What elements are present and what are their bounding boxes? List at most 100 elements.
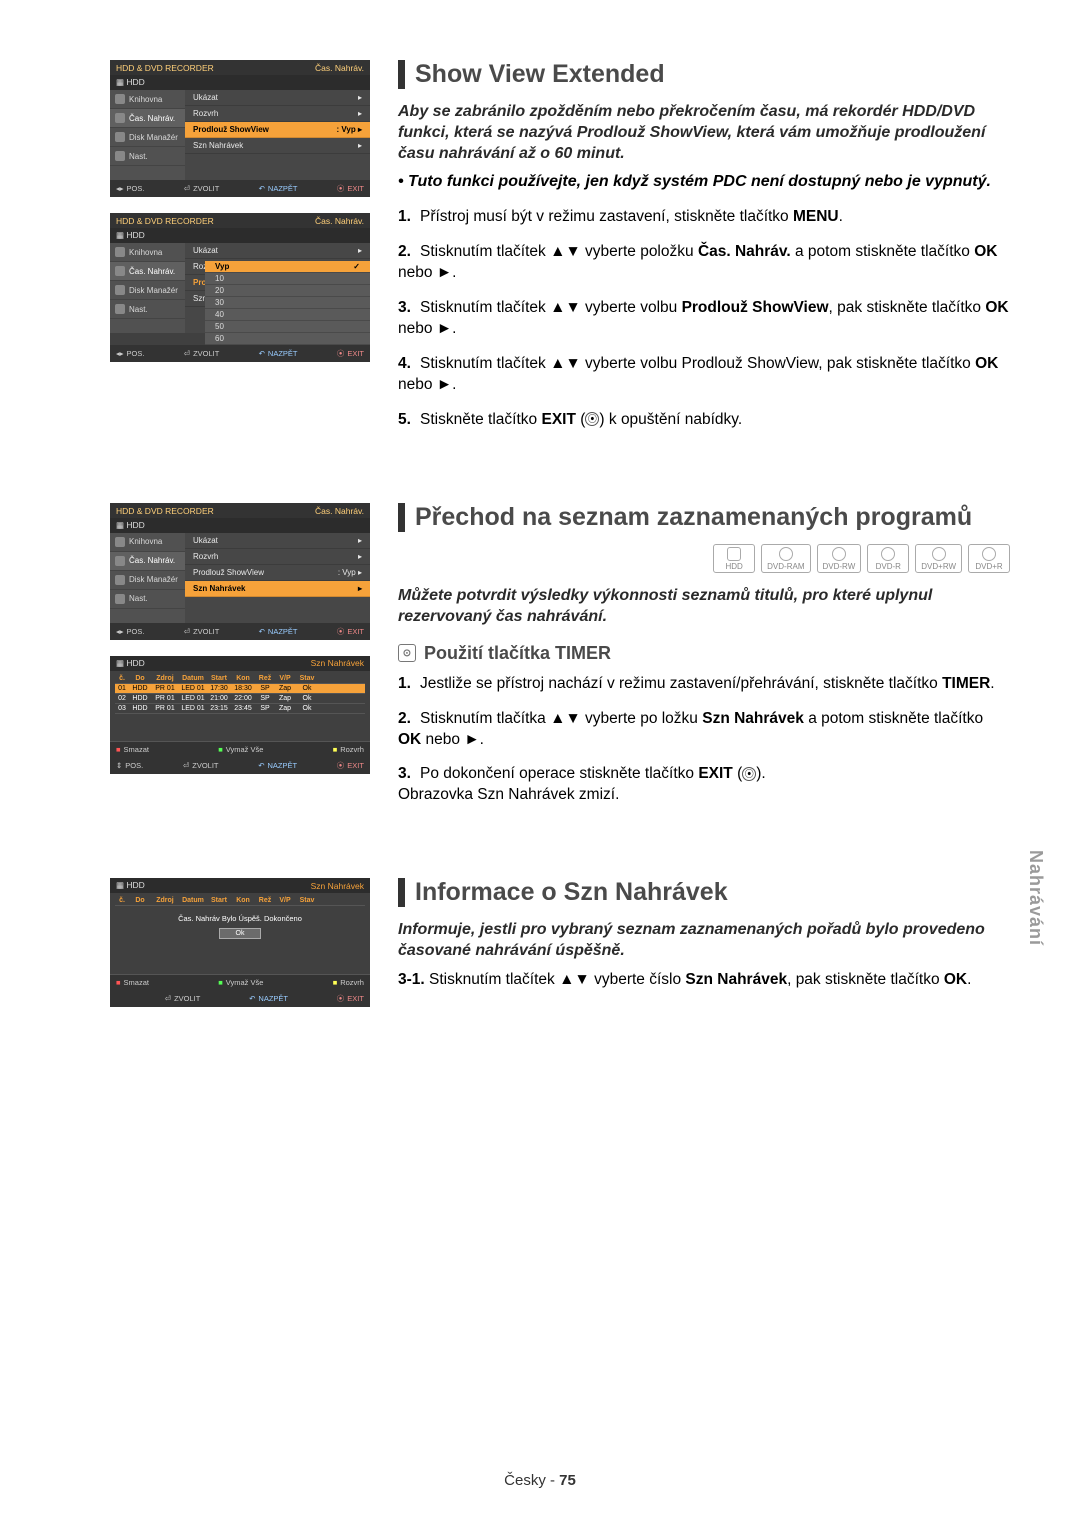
footer-zvolit: ZVOLIT xyxy=(193,184,219,193)
step-2: 2.Stisknutím tlačítka ▲▼ vyberte po ložk… xyxy=(398,709,1010,751)
page-footer: Česky - 75 xyxy=(0,1472,1080,1489)
timer-icon xyxy=(115,556,125,566)
footer-pos: POS. xyxy=(127,184,145,193)
page-content: HDD & DVD RECORDER Čas. Nahráv. ▦ HDD Kn… xyxy=(0,0,1080,1091)
menu-ukazat: Ukázat xyxy=(193,536,218,545)
menu-vyp: : Vyp xyxy=(336,125,355,134)
ok-button: Ok xyxy=(219,928,262,939)
intro-showview: Aby se zabránilo zpožděním nebo překroče… xyxy=(398,101,1010,164)
sidebar-tab: Nahrávání xyxy=(1025,850,1046,946)
osd-storage-label: HDD xyxy=(126,880,144,890)
steps-1: 1.Přístroj musí být v režimu zastavení, … xyxy=(398,207,1010,430)
menu-vyp: : Vyp xyxy=(338,568,356,577)
dd-30: 30 xyxy=(205,297,370,309)
disk-icon xyxy=(115,575,125,585)
table-row: 01HDDPR 01LED 0117:3018:30SPZapOk xyxy=(115,684,365,694)
col-datum: Datum xyxy=(179,675,207,682)
section-1-screenshots: HDD & DVD RECORDER Čas. Nahráv. ▦ HDD Kn… xyxy=(110,60,370,378)
menu-ukazat: Ukázat xyxy=(193,93,218,102)
col-kon: Kon xyxy=(231,675,255,682)
btn-rozvrh: Rozvrh xyxy=(340,745,364,754)
footer-exit: EXIT xyxy=(347,627,364,636)
footer-zvolit: ZVOLIT xyxy=(193,349,219,358)
osd-title: HDD & DVD RECORDER xyxy=(116,506,214,516)
osd-title: HDD & DVD RECORDER xyxy=(116,216,214,226)
dd-10: 10 xyxy=(205,273,370,285)
side-disk: Disk Manažér xyxy=(129,575,178,584)
osd-mode: Čas. Nahráv. xyxy=(315,63,364,73)
list-title: Szn Nahrávek xyxy=(311,658,364,668)
footer-zvolit: ZVOLIT xyxy=(174,994,200,1003)
footer-exit: EXIT xyxy=(347,761,364,770)
col-start: Start xyxy=(207,675,231,682)
status-box: Čas. Nahráv Bylo Úspěš. Dokončeno Ok xyxy=(115,906,365,947)
menu-rozvrh: Rozvrh xyxy=(193,552,218,561)
step-1: 1.Jestliže se přístroj nachází v režimu … xyxy=(398,674,1010,695)
intro-informace: Informuje, jestli pro vybraný seznam zaz… xyxy=(398,919,1010,961)
exit-icon: ⦿ xyxy=(585,412,599,426)
side-nast: Nast. xyxy=(129,594,148,603)
section-3-row: ▦ HDDSzn Nahrávek č. Do Zdroj Datum Star… xyxy=(110,878,1010,1023)
disc-hdd: HDD xyxy=(713,544,755,573)
section-2-text: Přechod na seznam zaznamenaných programů… xyxy=(398,503,1010,821)
col-stav: Stav xyxy=(295,675,319,682)
menu-rozvrh: Rozvrh xyxy=(193,109,218,118)
disc-dvdr: DVD-R xyxy=(867,544,909,573)
side-nast: Nast. xyxy=(129,152,148,161)
menu-szn: Szn Nahrávek xyxy=(193,584,245,593)
btn-vymaz: Vymaž Vše xyxy=(226,978,264,987)
osd-storage-label: HDD xyxy=(126,520,144,530)
disk-icon xyxy=(115,132,125,142)
footer-nazpet: NAZPĚT xyxy=(268,627,298,636)
col-vp: V/P xyxy=(275,675,295,682)
footer-zvolit: ZVOLIT xyxy=(192,761,218,770)
osd-storage-label: HDD xyxy=(126,658,144,668)
step-3: 3.Stisknutím tlačítek ▲▼ vyberte volbu P… xyxy=(398,298,1010,340)
disc-dvdrw: DVD-RW xyxy=(817,544,862,573)
section-2-row: HDD & DVD RECORDER Čas. Nahráv. ▦ HDD Kn… xyxy=(110,503,1010,821)
footer-exit: EXIT xyxy=(347,184,364,193)
library-icon xyxy=(115,247,125,257)
section-3-text: Informace o Szn Nahrávek Informuje, jest… xyxy=(398,878,1010,1004)
menu-prodlouz: Prodlouž ShowView xyxy=(193,568,264,577)
disc-dvdpr: DVD+R xyxy=(968,544,1010,573)
osd-storage-label: HDD xyxy=(126,230,144,240)
intro-bullet: • Tuto funkci používejte, jen když systé… xyxy=(398,172,1010,193)
dd-vyp: Vyp xyxy=(215,262,229,271)
list-title: Szn Nahrávek xyxy=(311,881,364,891)
timer-icon xyxy=(115,113,125,123)
menu-ukazat: Ukázat xyxy=(193,246,218,255)
step-1: 1.Přístroj musí být v režimu zastavení, … xyxy=(398,207,1010,228)
footer-nazpet: NAZPĚT xyxy=(258,994,288,1003)
table-row: 03HDDPR 01LED 0123:1523:45SPZapOk xyxy=(115,704,365,714)
footer-nazpet: NAZPĚT xyxy=(268,761,298,770)
dd-50: 50 xyxy=(205,321,370,333)
menu-szn: Szn Nahrávek xyxy=(193,141,243,150)
side-cas: Čas. Nahráv. xyxy=(129,556,175,565)
footer-zvolit: ZVOLIT xyxy=(193,627,219,636)
footer-pos: POS. xyxy=(127,627,145,636)
col-do: Do xyxy=(129,675,151,682)
side-knihovna: Knihovna xyxy=(129,95,162,104)
btn-smazat: Smazat xyxy=(124,745,149,754)
btn-vymaz: Vymaž Vše xyxy=(226,745,264,754)
heading-showview: Show View Extended xyxy=(398,60,1010,89)
disc-dvdram: DVD-RAM xyxy=(761,544,810,573)
section-2-screenshots: HDD & DVD RECORDER Čas. Nahráv. ▦ HDD Kn… xyxy=(110,503,370,790)
side-disk: Disk Manažér xyxy=(129,133,178,142)
done-message: Čas. Nahráv Bylo Úspěš. Dokončeno xyxy=(121,914,359,923)
btn-smazat: Smazat xyxy=(124,978,149,987)
heading-prechod: Přechod na seznam zaznamenaných programů xyxy=(398,503,1010,532)
osd-record-done: ▦ HDDSzn Nahrávek č. Do Zdroj Datum Star… xyxy=(110,878,370,1007)
osd-szn-selected: HDD & DVD RECORDER Čas. Nahráv. ▦ HDD Kn… xyxy=(110,503,370,640)
dd-20: 20 xyxy=(205,285,370,297)
footer-pos: POS. xyxy=(125,761,143,770)
heading-informace: Informace o Szn Nahrávek xyxy=(398,878,1010,907)
library-icon xyxy=(115,537,125,547)
table-row: 02HDDPR 01LED 0121:0022:00SPZapOk xyxy=(115,694,365,704)
col-zdroj: Zdroj xyxy=(151,675,179,682)
col-rez: Rež xyxy=(255,675,275,682)
footer-exit: EXIT xyxy=(347,994,364,1003)
intro-prechod: Můžete potvrdit výsledky výkonnosti sezn… xyxy=(398,585,1010,627)
dd-60: 60 xyxy=(205,333,370,345)
